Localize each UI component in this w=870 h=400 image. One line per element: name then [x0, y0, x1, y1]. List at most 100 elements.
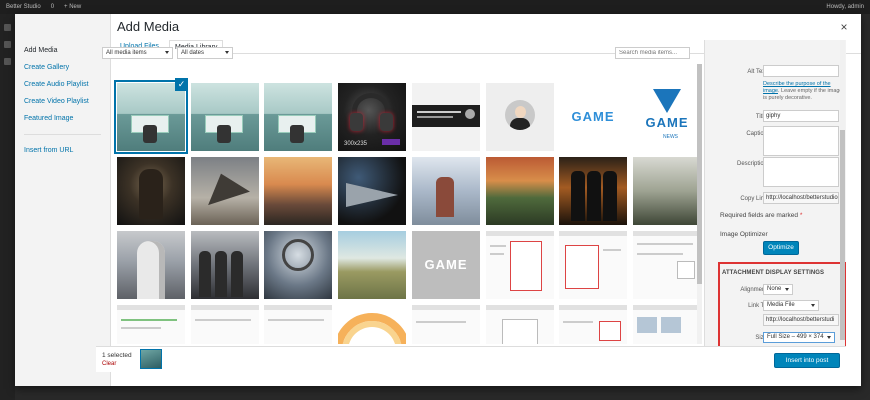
media-tile[interactable] — [633, 157, 697, 225]
media-tile[interactable] — [412, 305, 480, 344]
media-tile[interactable] — [338, 305, 406, 344]
new-link[interactable]: + New — [64, 4, 81, 10]
clear-selection-link[interactable]: Clear — [102, 361, 116, 367]
menu-icon[interactable] — [4, 41, 11, 48]
media-tile[interactable] — [486, 231, 554, 299]
caption-field[interactable] — [763, 126, 839, 156]
media-tile[interactable] — [633, 231, 697, 299]
media-tile[interactable]: GAME — [559, 83, 627, 151]
media-tile[interactable] — [486, 83, 554, 151]
link-to-select[interactable]: Media File — [763, 300, 819, 311]
image-content — [137, 241, 165, 299]
media-tile[interactable] — [559, 231, 627, 299]
media-tile[interactable] — [191, 157, 259, 225]
image-content — [559, 231, 627, 236]
required-note-text: Required fields are marked — [720, 212, 799, 219]
media-tile[interactable] — [633, 305, 697, 344]
search-media-input[interactable] — [615, 47, 690, 59]
selected-thumbnail[interactable] — [140, 349, 162, 369]
image-content — [231, 251, 243, 297]
media-tile[interactable] — [114, 80, 188, 154]
media-tile[interactable] — [191, 231, 259, 299]
image-content — [571, 171, 585, 221]
media-type-filter[interactable]: All media items — [102, 47, 173, 59]
description-field[interactable] — [763, 157, 839, 187]
alignment-label: Alignment — [740, 287, 767, 293]
media-tile[interactable] — [338, 157, 406, 225]
image-content — [346, 183, 398, 207]
media-tile[interactable]: GAME — [412, 231, 480, 299]
alt-text-field[interactable] — [763, 65, 839, 77]
media-tile[interactable] — [412, 157, 480, 225]
media-tile[interactable] — [559, 157, 627, 225]
scrollbar-thumb[interactable] — [697, 64, 702, 284]
details-scrollbar[interactable] — [840, 40, 845, 346]
size-select[interactable]: Full Size – 499 × 374 — [763, 332, 835, 343]
image-content — [199, 251, 211, 297]
game-news-logo-text: GAME — [571, 109, 615, 124]
image-content — [412, 305, 480, 310]
image-caption: 300x235 — [344, 141, 368, 147]
grid-scrollbar[interactable] — [697, 64, 702, 344]
description-label: Description — [736, 161, 767, 167]
media-tile[interactable] — [486, 157, 554, 225]
image-content — [563, 321, 593, 323]
date-filter[interactable]: All dates — [177, 47, 233, 59]
media-tile[interactable] — [559, 305, 627, 344]
media-tile[interactable] — [264, 83, 332, 151]
media-tile[interactable] — [264, 305, 332, 344]
link-to-value: Media File — [767, 302, 795, 308]
image-content — [215, 251, 227, 297]
media-tile[interactable] — [191, 305, 259, 344]
alt-text-label: Alt Text — [747, 69, 767, 75]
checkmark-icon[interactable]: ✓ — [175, 78, 188, 91]
alignment-select[interactable]: None — [763, 284, 793, 295]
chevron-down-icon — [165, 51, 169, 54]
user-greeting[interactable]: Howdy, admin — [826, 4, 864, 10]
image-content — [195, 319, 251, 321]
link-url-field[interactable]: http://localhost/betterstudi — [763, 314, 839, 326]
logo-mark — [653, 89, 681, 113]
media-tile[interactable] — [264, 231, 332, 299]
copy-link-field[interactable]: http://localhost/betterstudio — [763, 192, 839, 204]
image-content — [416, 321, 466, 323]
media-tile[interactable] — [412, 83, 480, 151]
size-label: Size — [755, 335, 767, 341]
media-tile[interactable]: GAME NEWS — [633, 83, 697, 151]
media-tile[interactable]: 300x235 — [338, 83, 406, 151]
title-field[interactable]: giphy — [763, 110, 839, 122]
image-content — [350, 113, 363, 131]
image-content — [264, 305, 332, 310]
image-content — [290, 125, 304, 143]
image-content — [338, 313, 406, 344]
menu-icon[interactable] — [4, 24, 11, 31]
image-content — [587, 171, 601, 221]
scrollbar-thumb[interactable] — [840, 130, 845, 340]
insert-into-post-button[interactable]: Insert into post — [774, 353, 840, 368]
image-content — [490, 245, 506, 247]
image-optimizer-label: Image Optimizer — [720, 231, 768, 238]
media-tile[interactable] — [264, 157, 332, 225]
title-label: Title — [755, 114, 767, 120]
image-content — [191, 305, 259, 310]
caption-label: Caption — [746, 131, 767, 137]
alt-text-help: Describe the purpose of the image. Leave… — [763, 81, 843, 102]
image-content — [633, 231, 697, 236]
site-name[interactable]: Better Studio — [6, 4, 41, 10]
media-tile[interactable] — [338, 231, 406, 299]
media-tile[interactable] — [117, 157, 185, 225]
media-tile[interactable] — [117, 305, 185, 344]
menu-icon[interactable] — [4, 58, 11, 65]
media-tile[interactable] — [486, 305, 554, 344]
menu-divider — [24, 134, 101, 135]
optimize-button[interactable]: Optimize — [763, 241, 799, 255]
close-icon[interactable]: × — [837, 20, 851, 34]
game-news-logo-subtext: NEWS — [663, 134, 678, 140]
comments-count[interactable]: 0 — [51, 4, 54, 10]
game-news-logo-text: GAME — [424, 257, 468, 272]
media-tile[interactable] — [117, 231, 185, 299]
media-tile[interactable] — [191, 83, 259, 151]
menu-add-media[interactable]: Add Media — [15, 42, 110, 59]
image-content — [117, 305, 185, 310]
copy-link-label: Copy Link — [740, 196, 767, 202]
